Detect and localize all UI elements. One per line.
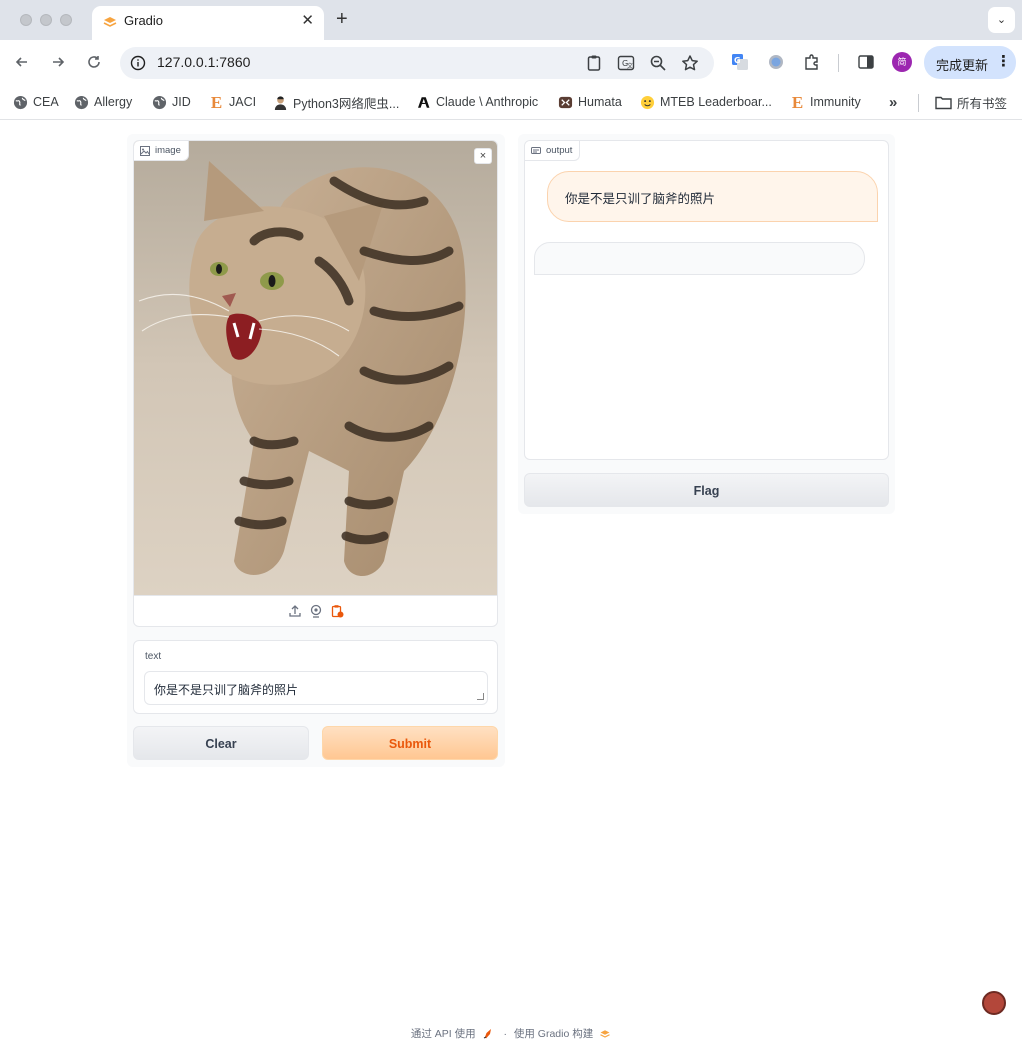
built-with-gradio-link[interactable]: 使用 Gradio 构建 bbox=[514, 1026, 593, 1041]
clear-button[interactable]: Clear bbox=[133, 726, 309, 760]
all-bookmarks-folder[interactable]: 所有书签 bbox=[935, 92, 1007, 112]
globe-icon bbox=[13, 95, 28, 109]
reload-icon[interactable] bbox=[82, 50, 106, 74]
zoom-icon[interactable] bbox=[649, 54, 667, 72]
tab-close-icon[interactable]: ✕ bbox=[301, 11, 314, 29]
bookmark-mteb[interactable]: MTEB Leaderboar... bbox=[640, 92, 772, 112]
upload-icon[interactable] bbox=[288, 604, 302, 618]
paste-clipboard-icon[interactable] bbox=[330, 604, 344, 618]
text-input[interactable]: 你是不是只训了脑斧的照片 bbox=[144, 671, 488, 705]
image-input-block[interactable]: image × bbox=[133, 140, 498, 627]
side-panel-icon[interactable] bbox=[857, 53, 875, 71]
footer: 通过 API 使用 · 使用 Gradio 构建 bbox=[0, 1026, 1022, 1041]
bookmarks-bar: CEA Allergy JID E JACI Python3网络爬虫... Cl… bbox=[0, 86, 1022, 120]
bookmark-claude[interactable]: Claude \ Anthropic bbox=[416, 92, 538, 112]
bookmark-star-icon[interactable] bbox=[681, 54, 699, 72]
update-button-label: 完成更新 bbox=[936, 58, 989, 73]
svg-text:G: G bbox=[734, 56, 741, 65]
gradio-logo-icon bbox=[600, 1029, 610, 1038]
tab-search-icon[interactable]: ⌄ bbox=[988, 7, 1015, 33]
image-block-label: image bbox=[134, 141, 189, 161]
window-zoom-dot[interactable] bbox=[60, 14, 72, 26]
floating-avatar-icon[interactable] bbox=[982, 991, 1006, 1015]
bookmarks-divider bbox=[918, 94, 919, 112]
bookmarks-overflow-icon[interactable]: » bbox=[889, 92, 897, 112]
tab-title: Gradio bbox=[124, 13, 164, 28]
output-block-label: output bbox=[525, 141, 581, 161]
window-close-dot[interactable] bbox=[20, 14, 32, 26]
image-source-bar bbox=[134, 595, 497, 626]
anthropic-icon bbox=[418, 96, 430, 108]
footer-separator: · bbox=[503, 1027, 507, 1040]
chatbot-output: output 你是不是只训了脑斧的照片 bbox=[524, 140, 889, 460]
bookmark-immunity[interactable]: E Immunity bbox=[790, 92, 861, 112]
extensions-puzzle-icon[interactable] bbox=[803, 53, 821, 71]
webcam-icon[interactable] bbox=[309, 604, 323, 618]
huggingface-icon bbox=[640, 95, 655, 109]
person-avatar-icon bbox=[274, 95, 287, 110]
folder-icon bbox=[935, 96, 952, 109]
update-button[interactable]: 完成更新 ⋮ bbox=[924, 46, 1016, 79]
profile-avatar[interactable]: 简 bbox=[892, 52, 912, 72]
site-info-icon[interactable] bbox=[130, 55, 146, 71]
browser-tab-gradio[interactable]: Gradio ✕ bbox=[92, 6, 324, 40]
bookmark-jaci[interactable]: E JACI bbox=[209, 92, 256, 112]
gradio-logo-icon bbox=[103, 17, 117, 27]
svg-text:文: 文 bbox=[627, 62, 633, 70]
text-input-block: text 你是不是只训了脑斧的照片 bbox=[133, 640, 498, 714]
bookmark-cea[interactable]: CEA bbox=[13, 92, 59, 112]
globe-icon bbox=[152, 95, 167, 109]
browser-toolbar: 127.0.0.1:7860 G 文 G 简 完成更新 ⋮ bbox=[0, 40, 1022, 86]
textarea-resize-handle[interactable] bbox=[477, 693, 484, 700]
more-menu-icon[interactable]: ⋮ bbox=[996, 52, 1011, 70]
circle-extension-icon[interactable] bbox=[767, 53, 785, 71]
google-translate-extension-icon[interactable]: G bbox=[731, 53, 749, 71]
browser-tab-bar: Gradio ✕ + ⌄ bbox=[0, 0, 1022, 40]
use-via-api-link[interactable]: 通过 API 使用 bbox=[411, 1026, 476, 1041]
rocket-icon bbox=[483, 1028, 491, 1038]
image-icon bbox=[140, 145, 150, 156]
elsevier-e-icon: E bbox=[791, 92, 804, 112]
uploaded-cat-photo[interactable] bbox=[134, 141, 497, 595]
text-label: text bbox=[145, 651, 162, 662]
bookmark-jid[interactable]: JID bbox=[152, 92, 191, 112]
back-arrow-icon[interactable] bbox=[10, 50, 34, 74]
submit-button[interactable]: Submit bbox=[322, 726, 498, 760]
globe-icon bbox=[74, 95, 89, 109]
clipboard-icon[interactable] bbox=[585, 54, 603, 72]
user-message: 你是不是只训了脑斧的照片 bbox=[547, 171, 878, 222]
toolbar-divider bbox=[838, 54, 839, 72]
bookmark-humata[interactable]: Humata bbox=[558, 92, 622, 112]
chat-icon bbox=[531, 146, 541, 154]
new-tab-icon[interactable]: + bbox=[336, 8, 348, 31]
humata-icon bbox=[558, 96, 573, 108]
translate-icon[interactable]: G 文 bbox=[617, 54, 635, 72]
flag-button[interactable]: Flag bbox=[524, 473, 889, 507]
bookmark-python-crawler[interactable]: Python3网络爬虫... bbox=[273, 92, 399, 112]
bot-message bbox=[534, 242, 865, 275]
remove-image-button[interactable]: × bbox=[474, 148, 492, 164]
url-text[interactable]: 127.0.0.1:7860 bbox=[157, 54, 250, 70]
bookmark-allergy[interactable]: Allergy bbox=[74, 92, 132, 112]
address-bar[interactable]: 127.0.0.1:7860 G 文 bbox=[120, 47, 714, 79]
forward-arrow-icon[interactable] bbox=[46, 50, 70, 74]
elsevier-e-icon: E bbox=[210, 92, 223, 112]
window-minimize-dot[interactable] bbox=[40, 14, 52, 26]
